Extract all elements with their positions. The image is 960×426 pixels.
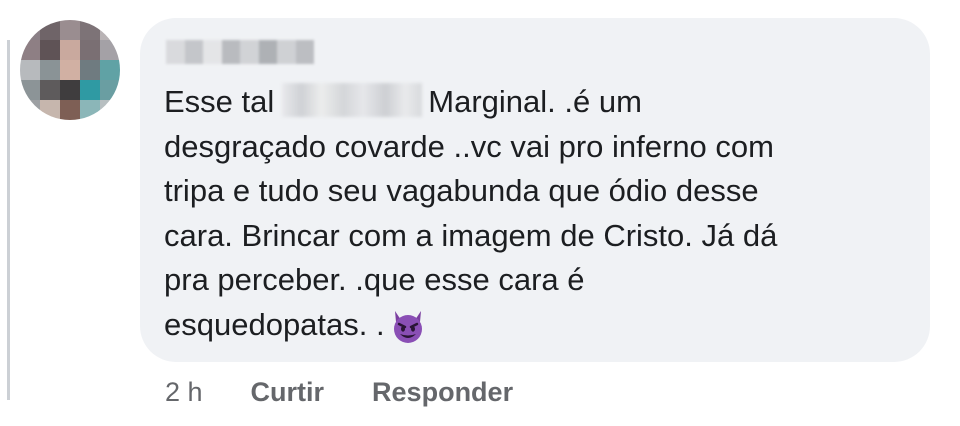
comment-line: tripa e tudo seu vagabunda que ódio dess… bbox=[164, 173, 759, 208]
comment-actions: 2 h Curtir Responder bbox=[165, 372, 561, 412]
comment-text: Esse tal Marginal. .é um desgraçado covar… bbox=[164, 80, 904, 347]
reply-button[interactable]: Responder bbox=[372, 377, 513, 408]
smiling-face-with-horns-emoji bbox=[393, 310, 422, 343]
comment-line: Esse tal Marginal. .é um bbox=[164, 83, 642, 119]
comment-line: esquedopatas. . bbox=[164, 303, 904, 348]
comment-line: pra perceber. .que esse cara é bbox=[164, 262, 585, 297]
like-button[interactable]: Curtir bbox=[251, 377, 325, 408]
author-name[interactable] bbox=[166, 40, 314, 64]
redacted-name bbox=[282, 83, 423, 117]
comment-bubble: Esse tal Marginal. .é um desgraçado covar… bbox=[140, 18, 930, 362]
comment-line: desgraçado covarde ..vc vai pro inferno … bbox=[164, 128, 774, 164]
avatar[interactable] bbox=[20, 20, 120, 120]
thread-line bbox=[7, 40, 10, 400]
timestamp[interactable]: 2 h bbox=[165, 377, 203, 408]
comment-line: cara. Brincar com a imagem de Cristo. Já… bbox=[164, 217, 778, 253]
